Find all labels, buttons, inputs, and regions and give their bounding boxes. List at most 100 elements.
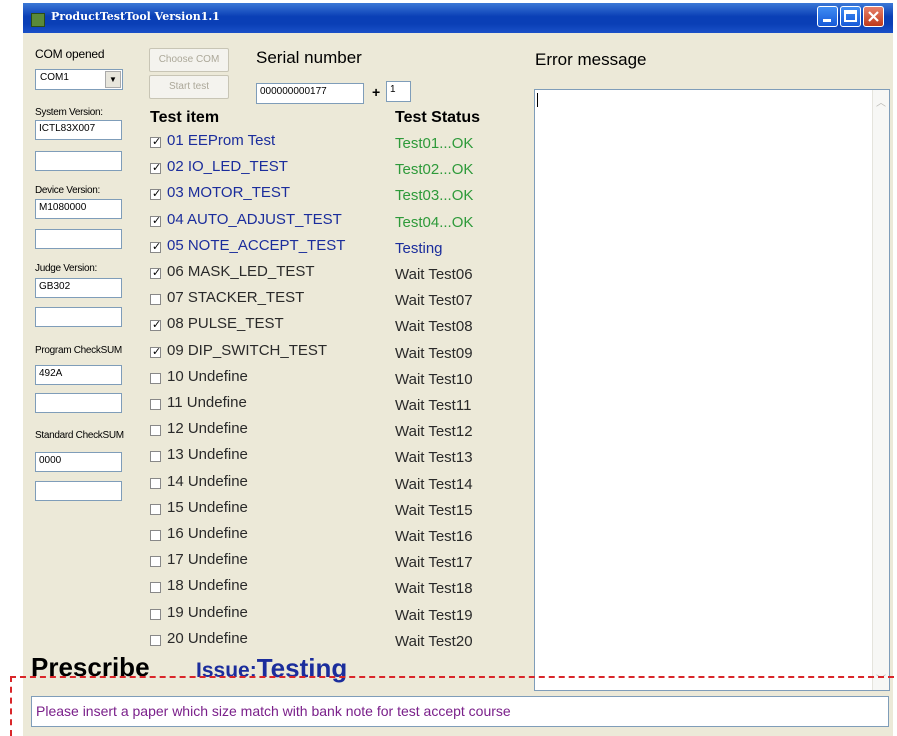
- test-status: Wait Test13: [395, 449, 473, 467]
- test-status: Wait Test10: [395, 370, 473, 388]
- text-caret: [537, 93, 538, 107]
- test-item-row[interactable]: ✓ 06 MASK_LED_TEST: [150, 263, 390, 285]
- title-bar: ProductTestTool Version1.1: [23, 3, 893, 33]
- test-status: Test02...OK: [395, 161, 474, 179]
- test-item-label: 07 STACKER_TEST: [167, 289, 305, 307]
- test-item-checkbox[interactable]: [150, 372, 161, 384]
- error-message-box[interactable]: ︿ ﹀: [534, 89, 890, 691]
- test-item-label: 09 DIP_SWITCH_TEST: [167, 341, 328, 359]
- standard-checksum-field[interactable]: 0000: [35, 452, 122, 472]
- test-item-checkbox[interactable]: [150, 503, 161, 515]
- com-select[interactable]: COM1 ▼: [35, 69, 123, 90]
- test-item-checkbox[interactable]: [150, 451, 161, 463]
- test-item-header: Test item: [150, 109, 220, 126]
- test-item-row[interactable]: 14 Undefine: [150, 473, 390, 495]
- test-item-row[interactable]: 16 Undefine: [150, 525, 390, 547]
- test-item-checkbox[interactable]: ✓: [150, 188, 161, 201]
- test-item-checkbox[interactable]: [150, 582, 161, 594]
- program-checksum-field[interactable]: 492A: [35, 365, 122, 385]
- test-item-label: 05 NOTE_ACCEPT_TEST: [167, 236, 346, 254]
- test-item-checkbox[interactable]: [150, 608, 161, 620]
- judge-version-label: Judge Version:: [35, 263, 97, 274]
- serial-increment-field[interactable]: 1: [386, 81, 411, 102]
- chevron-down-icon[interactable]: ▼: [105, 71, 121, 88]
- test-item-row[interactable]: 10 Undefine: [150, 368, 390, 390]
- test-item-label: 01 EEProm Test: [167, 132, 276, 149]
- test-item-checkbox[interactable]: ✓: [150, 345, 162, 358]
- test-item-row[interactable]: 11 Undefine: [150, 394, 390, 416]
- test-item-checkbox[interactable]: ✓: [150, 240, 162, 253]
- test-item-checkbox[interactable]: [150, 556, 161, 568]
- test-status: Test03...OK: [395, 187, 474, 205]
- maximize-button[interactable]: [840, 6, 861, 27]
- scroll-up-icon[interactable]: ︿: [876, 94, 886, 109]
- test-item-row[interactable]: ✓ 09 DIP_SWITCH_TEST: [150, 342, 390, 364]
- device-version-field-2[interactable]: [35, 229, 122, 249]
- test-item-row[interactable]: ✓ 01 EEProm Test: [150, 132, 390, 154]
- com-select-value: COM1: [40, 72, 69, 83]
- test-status: Wait Test14: [395, 475, 473, 493]
- test-status: Wait Test19: [395, 606, 473, 624]
- test-item-label: 06 MASK_LED_TEST: [167, 263, 315, 280]
- serial-number-field[interactable]: 000000000177: [256, 83, 364, 104]
- test-item-label: 03 MOTOR_TEST: [167, 184, 291, 202]
- choose-com-button[interactable]: Choose COM: [149, 48, 229, 72]
- test-status: Wait Test07: [395, 292, 473, 310]
- test-item-checkbox[interactable]: [150, 294, 161, 306]
- test-item-label: 15 Undefine: [167, 498, 248, 516]
- test-item-row[interactable]: ✓ 03 MOTOR_TEST: [150, 184, 390, 206]
- test-item-row[interactable]: 07 STACKER_TEST: [150, 289, 390, 311]
- system-version-field[interactable]: ICTL83X007: [35, 120, 122, 140]
- checkmark-icon: ✓: [152, 240, 162, 253]
- close-button[interactable]: [863, 6, 884, 27]
- standard-checksum-field-2[interactable]: [35, 481, 122, 501]
- test-status: Wait Test20: [395, 632, 473, 650]
- test-item-checkbox[interactable]: [150, 399, 161, 410]
- test-item-row[interactable]: 18 Undefine: [150, 577, 390, 599]
- test-item-label: 04 AUTO_ADJUST_TEST: [167, 210, 342, 228]
- judge-version-field-2[interactable]: [35, 307, 122, 327]
- test-item-checkbox[interactable]: ✓: [150, 319, 161, 332]
- test-item-checkbox[interactable]: ✓: [150, 136, 161, 148]
- app-window: ProductTestTool Version1.1 COM opened CO…: [23, 3, 893, 736]
- test-item-row[interactable]: 13 Undefine: [150, 446, 390, 468]
- maximize-icon: [844, 10, 857, 22]
- test-item-checkbox[interactable]: [150, 425, 161, 437]
- test-item-checkbox[interactable]: [150, 530, 161, 541]
- start-test-button[interactable]: Start test: [149, 75, 229, 99]
- test-status: Test04...OK: [395, 213, 474, 231]
- system-version-field-2[interactable]: [35, 151, 122, 171]
- test-status: Wait Test17: [395, 554, 473, 572]
- program-checksum-field-2[interactable]: [35, 393, 122, 413]
- test-item-checkbox[interactable]: ✓: [150, 215, 161, 227]
- app-icon: [31, 13, 45, 27]
- test-item-row[interactable]: 17 Undefine: [150, 551, 390, 573]
- test-item-label: 10 Undefine: [167, 367, 248, 385]
- checkmark-icon: ✓: [152, 345, 162, 358]
- test-item-row[interactable]: ✓ 04 AUTO_ADJUST_TEST: [150, 211, 390, 233]
- test-status: Wait Test12: [395, 423, 473, 441]
- test-item-checkbox[interactable]: ✓: [150, 162, 161, 175]
- test-item-checkbox[interactable]: [150, 634, 161, 646]
- error-message-header: Error message: [535, 50, 647, 69]
- error-scrollbar[interactable]: ︿ ﹀: [872, 90, 889, 690]
- serial-number-label: Serial number: [256, 48, 362, 67]
- test-item-label: 17 Undefine: [167, 551, 248, 569]
- test-item-row[interactable]: ✓ 02 IO_LED_TEST: [150, 158, 390, 180]
- test-item-row[interactable]: 20 Undefine: [150, 630, 390, 652]
- serial-plus-sign: +: [372, 84, 381, 100]
- test-item-row[interactable]: ✓ 08 PULSE_TEST: [150, 315, 390, 337]
- device-version-field[interactable]: M1080000: [35, 199, 122, 219]
- test-item-row[interactable]: 12 Undefine: [150, 420, 390, 442]
- test-item-label: 11 Undefine: [167, 394, 247, 411]
- test-item-row[interactable]: ✓ 05 NOTE_ACCEPT_TEST: [150, 237, 390, 259]
- test-item-label: 14 Undefine: [167, 472, 248, 490]
- test-item-row[interactable]: 15 Undefine: [150, 499, 390, 521]
- system-version-label: System Version:: [35, 107, 103, 118]
- test-item-row[interactable]: 19 Undefine: [150, 604, 390, 626]
- minimize-button[interactable]: [817, 6, 838, 27]
- test-item-label: 20 Undefine: [167, 629, 248, 647]
- test-item-checkbox[interactable]: [150, 477, 161, 489]
- test-item-checkbox[interactable]: ✓: [150, 267, 161, 279]
- judge-version-field[interactable]: GB302: [35, 278, 122, 298]
